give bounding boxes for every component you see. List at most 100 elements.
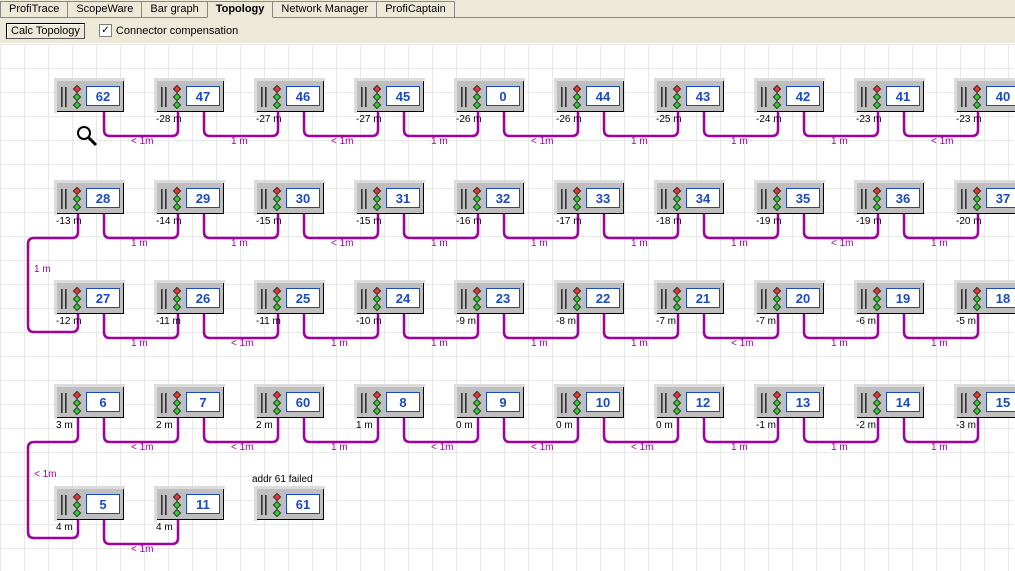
device-node[interactable]: 15-3 m — [956, 386, 1015, 418]
device-node[interactable]: 602 m — [256, 386, 324, 418]
segment-length-label: 1 m — [731, 442, 748, 453]
device-body: 6 — [56, 386, 124, 418]
led-icon — [374, 288, 380, 310]
segment-length-label: 1 m — [731, 238, 748, 249]
device-node[interactable]: 27-12 m — [56, 282, 124, 314]
device-node[interactable]: 23-9 m — [456, 282, 524, 314]
segment-length-label: 1 m — [231, 136, 248, 147]
device-node[interactable]: 72 m — [156, 386, 224, 418]
tab-proficaptain[interactable]: ProfiCaptain — [376, 1, 455, 17]
segment-length-label: < 1m — [331, 238, 354, 249]
device-node[interactable]: 18-5 m — [956, 282, 1015, 314]
device-node[interactable]: 24-10 m — [356, 282, 424, 314]
device-node[interactable]: 32-16 m — [456, 182, 524, 214]
device-node[interactable]: 46-27 m — [256, 80, 324, 112]
connector-icon — [261, 495, 271, 515]
device-node[interactable]: 14-2 m — [856, 386, 924, 418]
connector-icon — [361, 289, 371, 309]
device-node[interactable]: 35-19 m — [756, 182, 824, 214]
device-address: 12 — [686, 392, 720, 412]
device-node[interactable]: 42-24 m — [756, 80, 824, 112]
connector-icon — [961, 393, 971, 413]
device-node[interactable]: 100 m — [556, 386, 624, 418]
connector-icon — [261, 393, 271, 413]
device-body: 47 — [156, 80, 224, 112]
led-icon — [774, 86, 780, 108]
device-node[interactable]: 47-28 m — [156, 80, 224, 112]
device-node[interactable]: 20-7 m — [756, 282, 824, 314]
tab-scopeware[interactable]: ScopeWare — [67, 1, 142, 17]
device-address: 29 — [186, 188, 220, 208]
device-node[interactable]: 22-8 m — [556, 282, 624, 314]
segment-length-label: 1 m — [431, 238, 448, 249]
device-node[interactable]: 13-1 m — [756, 386, 824, 418]
led-icon — [474, 392, 480, 414]
device-node[interactable]: 31-15 m — [356, 182, 424, 214]
led-icon — [774, 392, 780, 414]
device-address: 25 — [286, 288, 320, 308]
distance-label: -23 m — [856, 114, 882, 125]
device-node[interactable]: 25-11 m — [256, 282, 324, 314]
device-address: 46 — [286, 86, 320, 106]
segment-length-label: 1 m — [731, 136, 748, 147]
device-address: 20 — [786, 288, 820, 308]
device-node[interactable]: 28-13 m — [56, 182, 124, 214]
device-node[interactable]: 41-23 m — [856, 80, 924, 112]
segment-length-label: 1 m — [931, 238, 948, 249]
device-node[interactable]: 36-19 m — [856, 182, 924, 214]
device-node[interactable]: 61 — [256, 488, 324, 520]
device-node[interactable]: 44-26 m — [556, 80, 624, 112]
device-node[interactable]: 26-11 m — [156, 282, 224, 314]
tab-topology[interactable]: Topology — [207, 1, 274, 18]
segment-length-label: 1 m — [831, 442, 848, 453]
device-body: 34 — [656, 182, 724, 214]
device-node[interactable]: 63 m — [56, 386, 124, 418]
tab-network-manager[interactable]: Network Manager — [272, 1, 377, 17]
topology-canvas[interactable]: 6247-28 m46-27 m45-27 m0-26 m44-26 m43-2… — [0, 44, 1015, 571]
device-body: 46 — [256, 80, 324, 112]
device-body: 8 — [356, 386, 424, 418]
connector-compensation-checkbox[interactable]: ✓ Connector compensation — [99, 24, 238, 37]
device-node[interactable]: 114 m — [156, 488, 224, 520]
device-body: 44 — [556, 80, 624, 112]
tab-bar-graph[interactable]: Bar graph — [141, 1, 207, 17]
connector-icon — [161, 495, 171, 515]
distance-label: -15 m — [256, 216, 282, 227]
connector-icon — [761, 189, 771, 209]
device-address: 24 — [386, 288, 420, 308]
tab-bar: ProfiTraceScopeWareBar graphTopologyNetw… — [0, 0, 1015, 18]
device-node[interactable]: 34-18 m — [656, 182, 724, 214]
device-node[interactable]: 21-7 m — [656, 282, 724, 314]
tab-profitrace[interactable]: ProfiTrace — [0, 1, 68, 17]
device-node[interactable]: 29-14 m — [156, 182, 224, 214]
distance-label: -9 m — [456, 316, 476, 327]
device-node[interactable]: 37-20 m — [956, 182, 1015, 214]
led-icon — [374, 392, 380, 414]
device-node[interactable]: 40-23 m — [956, 80, 1015, 112]
device-node[interactable]: 43-25 m — [656, 80, 724, 112]
device-node[interactable]: 62 — [56, 80, 124, 112]
device-address: 10 — [586, 392, 620, 412]
device-node[interactable]: 90 m — [456, 386, 524, 418]
device-node[interactable]: 33-17 m — [556, 182, 624, 214]
device-node[interactable]: 81 m — [356, 386, 424, 418]
device-node[interactable]: 45-27 m — [356, 80, 424, 112]
device-node[interactable]: 0-26 m — [456, 80, 524, 112]
device-address: 15 — [986, 392, 1015, 412]
device-node[interactable]: 54 m — [56, 488, 124, 520]
led-icon — [574, 288, 580, 310]
device-body: 23 — [456, 282, 524, 314]
led-icon — [74, 288, 80, 310]
calc-topology-button[interactable]: Calc Topology — [6, 23, 85, 39]
device-address: 18 — [986, 288, 1015, 308]
device-node[interactable]: 30-15 m — [256, 182, 324, 214]
device-node[interactable]: 120 m — [656, 386, 724, 418]
device-node[interactable]: 19-6 m — [856, 282, 924, 314]
distance-label: -12 m — [56, 316, 82, 327]
connector-icon — [61, 393, 71, 413]
segment-length-label: < 1m — [831, 238, 854, 249]
led-icon — [274, 86, 280, 108]
device-body: 43 — [656, 80, 724, 112]
segment-length-label: 1 m — [631, 338, 648, 349]
segment-length-label: < 1m — [531, 136, 554, 147]
